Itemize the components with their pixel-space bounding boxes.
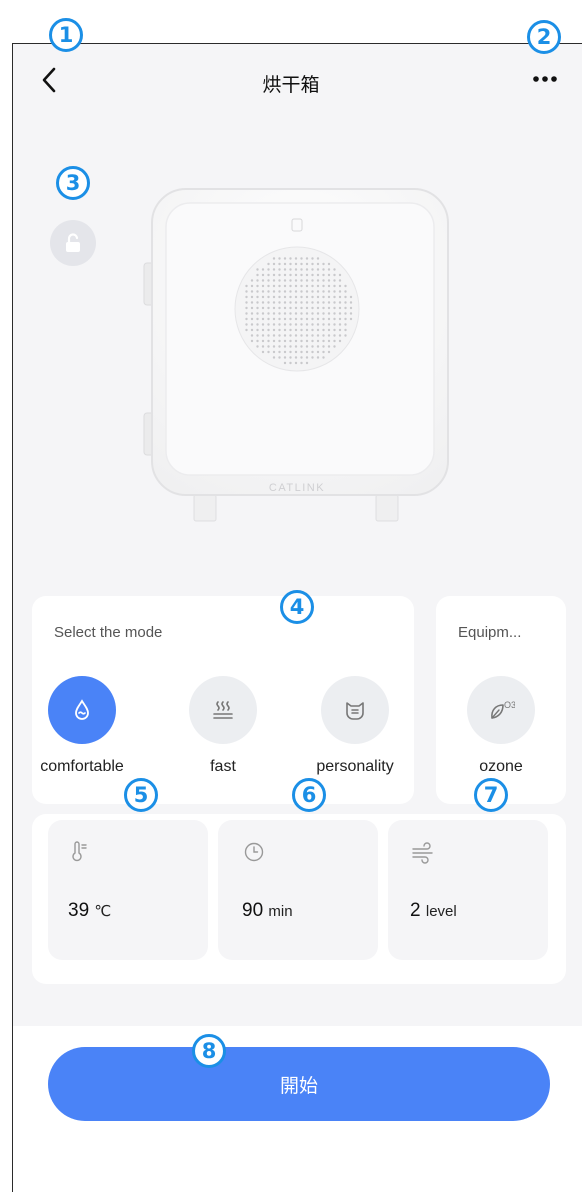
mode-personality[interactable]: personality (300, 676, 410, 776)
annotation-badge-6: 6 (292, 778, 326, 812)
clock-icon (244, 842, 264, 862)
equipment-ozone[interactable]: O3 ozone (446, 676, 556, 776)
water-drop-icon (75, 699, 89, 720)
temperature-value-row: 39 ℃ (68, 900, 111, 922)
child-lock-button[interactable] (50, 220, 96, 266)
thermometer-icon (72, 841, 87, 862)
annotation-badge-3: 3 (56, 166, 90, 200)
mode-fast-label: fast (210, 758, 236, 775)
mode-comfortable[interactable]: comfortable (27, 676, 137, 776)
wind-level-value: 2 (410, 900, 421, 921)
time-value: 90 (242, 900, 264, 921)
cat-face-icon (346, 702, 364, 720)
more-button[interactable] (528, 66, 562, 92)
start-button[interactable]: 開始 (48, 1047, 550, 1121)
ozone-icon-text: O3 (504, 700, 515, 710)
equipment-card: Equipm... O3 ozone (436, 596, 566, 804)
mode-card: Select the mode comfortable fast persona… (32, 596, 414, 804)
temperature-unit: ℃ (94, 903, 112, 920)
mode-fast[interactable]: fast (168, 676, 278, 776)
mode-comfortable-label: comfortable (40, 758, 124, 775)
annotation-badge-5: 5 (124, 778, 158, 812)
equipment-ozone-label: ozone (479, 758, 523, 775)
wind-level-setting[interactable]: 2 level (388, 820, 548, 960)
time-unit: min (268, 903, 293, 920)
mode-comfortable-circle (48, 676, 116, 744)
annotation-badge-7: 7 (474, 778, 508, 812)
mode-personality-circle (321, 676, 389, 744)
ozone-leaf-icon: O3 (491, 700, 515, 719)
mode-fast-circle (189, 676, 257, 744)
mode-card-label: Select the mode (54, 624, 163, 641)
equipment-ozone-circle: O3 (467, 676, 535, 744)
wind-level-unit: level (425, 903, 457, 920)
annotation-badge-1: 1 (49, 18, 83, 52)
wind-icon (412, 842, 433, 864)
temperature-value: 39 (68, 900, 90, 921)
mode-personality-label: personality (316, 758, 394, 775)
time-value-row: 90 min (242, 900, 293, 922)
time-setting[interactable]: 90 min (218, 820, 378, 960)
unlock-icon (66, 233, 80, 252)
heat-waves-icon (213, 701, 233, 719)
page-title: 烘干箱 (262, 75, 320, 96)
annotation-badge-8: 8 (192, 1034, 226, 1068)
wind-level-value-row: 2 level (410, 900, 457, 922)
device-brand-label: CATLINK (269, 482, 325, 494)
annotation-badge-2: 2 (527, 20, 561, 54)
annotation-badge-4: 4 (280, 590, 314, 624)
dryer-device-image: CATLINK (140, 185, 458, 525)
temperature-setting[interactable]: 39 ℃ (48, 820, 208, 960)
equipment-card-label: Equipm... (458, 624, 522, 641)
more-horizontal-icon (533, 76, 557, 82)
